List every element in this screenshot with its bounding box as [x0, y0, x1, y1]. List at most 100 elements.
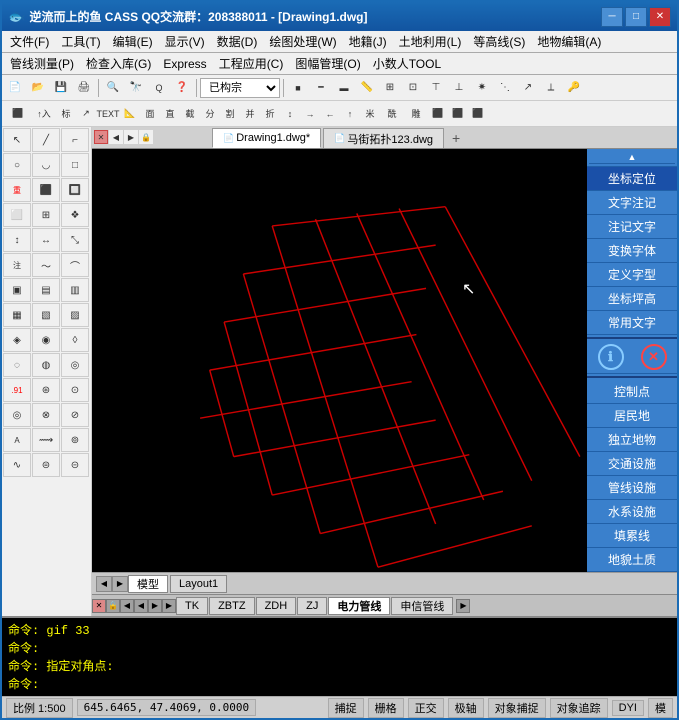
rs-water[interactable]: 水系设施: [587, 500, 677, 524]
model-scroll-left[interactable]: ◀: [96, 576, 112, 592]
tb-search[interactable]: 🔍: [102, 77, 124, 99]
tb-lw[interactable]: ⟂: [540, 77, 562, 99]
tb-fold[interactable]: 折: [260, 103, 280, 125]
tb-face2[interactable]: 面: [140, 103, 160, 125]
tb-props2[interactable]: ━: [310, 77, 332, 99]
tb-print[interactable]: 🖨: [73, 77, 95, 99]
tool-r13c[interactable]: ⊚: [61, 428, 89, 452]
tb-star[interactable]: 米: [360, 103, 380, 125]
tab-lock[interactable]: 🔒: [139, 130, 153, 144]
tab-next[interactable]: ▶: [124, 130, 138, 144]
tool-r4b[interactable]: ⊞: [32, 203, 60, 227]
tb-corr[interactable]: 酰: [380, 103, 404, 125]
tb-insert[interactable]: ↑入: [32, 103, 56, 125]
command-area[interactable]: 命令: gif 33 命令: 命令: 指定对角点: 命令:: [2, 616, 677, 696]
tool-r5a[interactable]: ↕: [3, 228, 31, 252]
scroll-right-final[interactable]: ▶: [456, 599, 470, 613]
tool-num[interactable]: .91: [3, 378, 31, 402]
layer-tab-TK[interactable]: TK: [176, 597, 208, 615]
tb-otrack[interactable]: ⋱: [494, 77, 516, 99]
tool-r9b[interactable]: ◉: [32, 328, 60, 352]
tool-circle[interactable]: ○: [3, 153, 31, 177]
tab-topology[interactable]: 📄 马街拓扑123.dwg: [323, 128, 444, 148]
status-otrack[interactable]: 对象追踪: [550, 698, 608, 718]
status-osnap[interactable]: 对象捕捉: [488, 698, 546, 718]
rs-residential[interactable]: 居民地: [587, 404, 677, 428]
tool-pline[interactable]: ⌐: [61, 128, 89, 152]
layer-dropdown[interactable]: 已构宗: [200, 78, 280, 98]
tb-mark[interactable]: 标: [56, 103, 76, 125]
rs-close-button[interactable]: ✕: [641, 344, 667, 370]
tool-r4c[interactable]: ❖: [61, 203, 89, 227]
menu-mapframe[interactable]: 图幅管理(O): [289, 53, 366, 74]
tool-annot[interactable]: 注: [3, 253, 31, 277]
rs-traffic[interactable]: 交通设施: [587, 452, 677, 476]
model-scroll-right[interactable]: ▶: [112, 576, 128, 592]
tb-up2[interactable]: ↑: [340, 103, 360, 125]
next-layer-btn[interactable]: ▶: [148, 599, 162, 613]
tool-arc[interactable]: ◡: [32, 153, 60, 177]
tool-r7a[interactable]: ▣: [3, 278, 31, 302]
tb-search2[interactable]: 🔭: [125, 77, 147, 99]
tool-r7c[interactable]: ▥: [61, 278, 89, 302]
tool-search-circle[interactable]: ◎: [3, 403, 31, 427]
menu-contour[interactable]: 等高线(S): [467, 31, 531, 52]
tab-drawing1[interactable]: 📄 Drawing1.dwg*: [212, 128, 321, 148]
tb-cass1[interactable]: ⬛: [4, 103, 32, 125]
tb-open[interactable]: 📂: [27, 77, 49, 99]
tb-qp[interactable]: 🔑: [563, 77, 585, 99]
rs-control-point[interactable]: 控制点: [587, 380, 677, 404]
layer-tab-ZBTZ[interactable]: ZBTZ: [209, 597, 255, 615]
status-snap[interactable]: 捕捉: [328, 698, 364, 718]
status-ortho[interactable]: 正交: [408, 698, 444, 718]
tb-face[interactable]: 📐: [120, 103, 140, 125]
status-model[interactable]: 模: [648, 698, 673, 718]
status-grid[interactable]: 栅格: [368, 698, 404, 718]
tb-dyn[interactable]: ↗: [517, 77, 539, 99]
next-layer-btn2[interactable]: ▶: [162, 599, 176, 613]
menu-land[interactable]: 土地利用(L): [393, 31, 468, 52]
tool-r5b[interactable]: ↔: [32, 228, 60, 252]
tool-select[interactable]: ↖: [3, 128, 31, 152]
tool-r8a[interactable]: ▦: [3, 303, 31, 327]
tab-close-all[interactable]: ✕: [94, 130, 108, 144]
rs-fill-line[interactable]: 填累线: [587, 524, 677, 548]
rs-pipeline[interactable]: 管线设施: [587, 476, 677, 500]
tool-r10b[interactable]: ◍: [32, 353, 60, 377]
tb-straight[interactable]: 直: [160, 103, 180, 125]
tb-split[interactable]: 割: [220, 103, 240, 125]
menu-view[interactable]: 显示(V): [159, 31, 211, 52]
tool-r10a[interactable]: ◌: [3, 353, 31, 377]
tb-merge[interactable]: 并: [240, 103, 260, 125]
tb-up[interactable]: ↕: [280, 103, 300, 125]
tool-r14b[interactable]: ⊜: [32, 453, 60, 477]
tool-r12b[interactable]: ⊗: [32, 403, 60, 427]
menu-edit[interactable]: 编辑(E): [107, 31, 159, 52]
menu-cadastral[interactable]: 地籍(J): [343, 31, 393, 52]
tool-r7b[interactable]: ▤: [32, 278, 60, 302]
tb-q[interactable]: Q: [148, 77, 170, 99]
tb-new[interactable]: 📄: [4, 77, 26, 99]
tb-left[interactable]: ←: [320, 103, 340, 125]
tab-prev[interactable]: ◀: [109, 130, 123, 144]
drawing-canvas[interactable]: ↖: [92, 149, 587, 572]
rs-common-text[interactable]: 常用文字: [587, 311, 677, 335]
rs-define-font[interactable]: 定义字型: [587, 263, 677, 287]
tb-extra2[interactable]: ⬛: [448, 103, 468, 125]
rs-coordinate[interactable]: 坐标定位: [587, 167, 677, 191]
tool-r10c[interactable]: ◎: [61, 353, 89, 377]
tb-ortho[interactable]: ⊤: [425, 77, 447, 99]
status-dy[interactable]: DYI: [612, 700, 644, 716]
tool-r4a[interactable]: ⬜: [3, 203, 31, 227]
tb-right[interactable]: →: [300, 103, 320, 125]
prev-layer-btn2[interactable]: ◀: [134, 599, 148, 613]
minimize-button[interactable]: ─: [601, 7, 623, 27]
tool-wave[interactable]: 〜: [32, 253, 60, 277]
tb-grid[interactable]: ⊞: [379, 77, 401, 99]
layer-tab-electric[interactable]: 电力管线: [328, 597, 390, 615]
layer-tab-ZJ[interactable]: ZJ: [297, 597, 327, 615]
tool-r13a[interactable]: A: [3, 428, 31, 452]
tool-r5c[interactable]: ⤡: [61, 228, 89, 252]
close-button[interactable]: ✕: [649, 7, 671, 27]
tb-cut[interactable]: 截: [180, 103, 200, 125]
